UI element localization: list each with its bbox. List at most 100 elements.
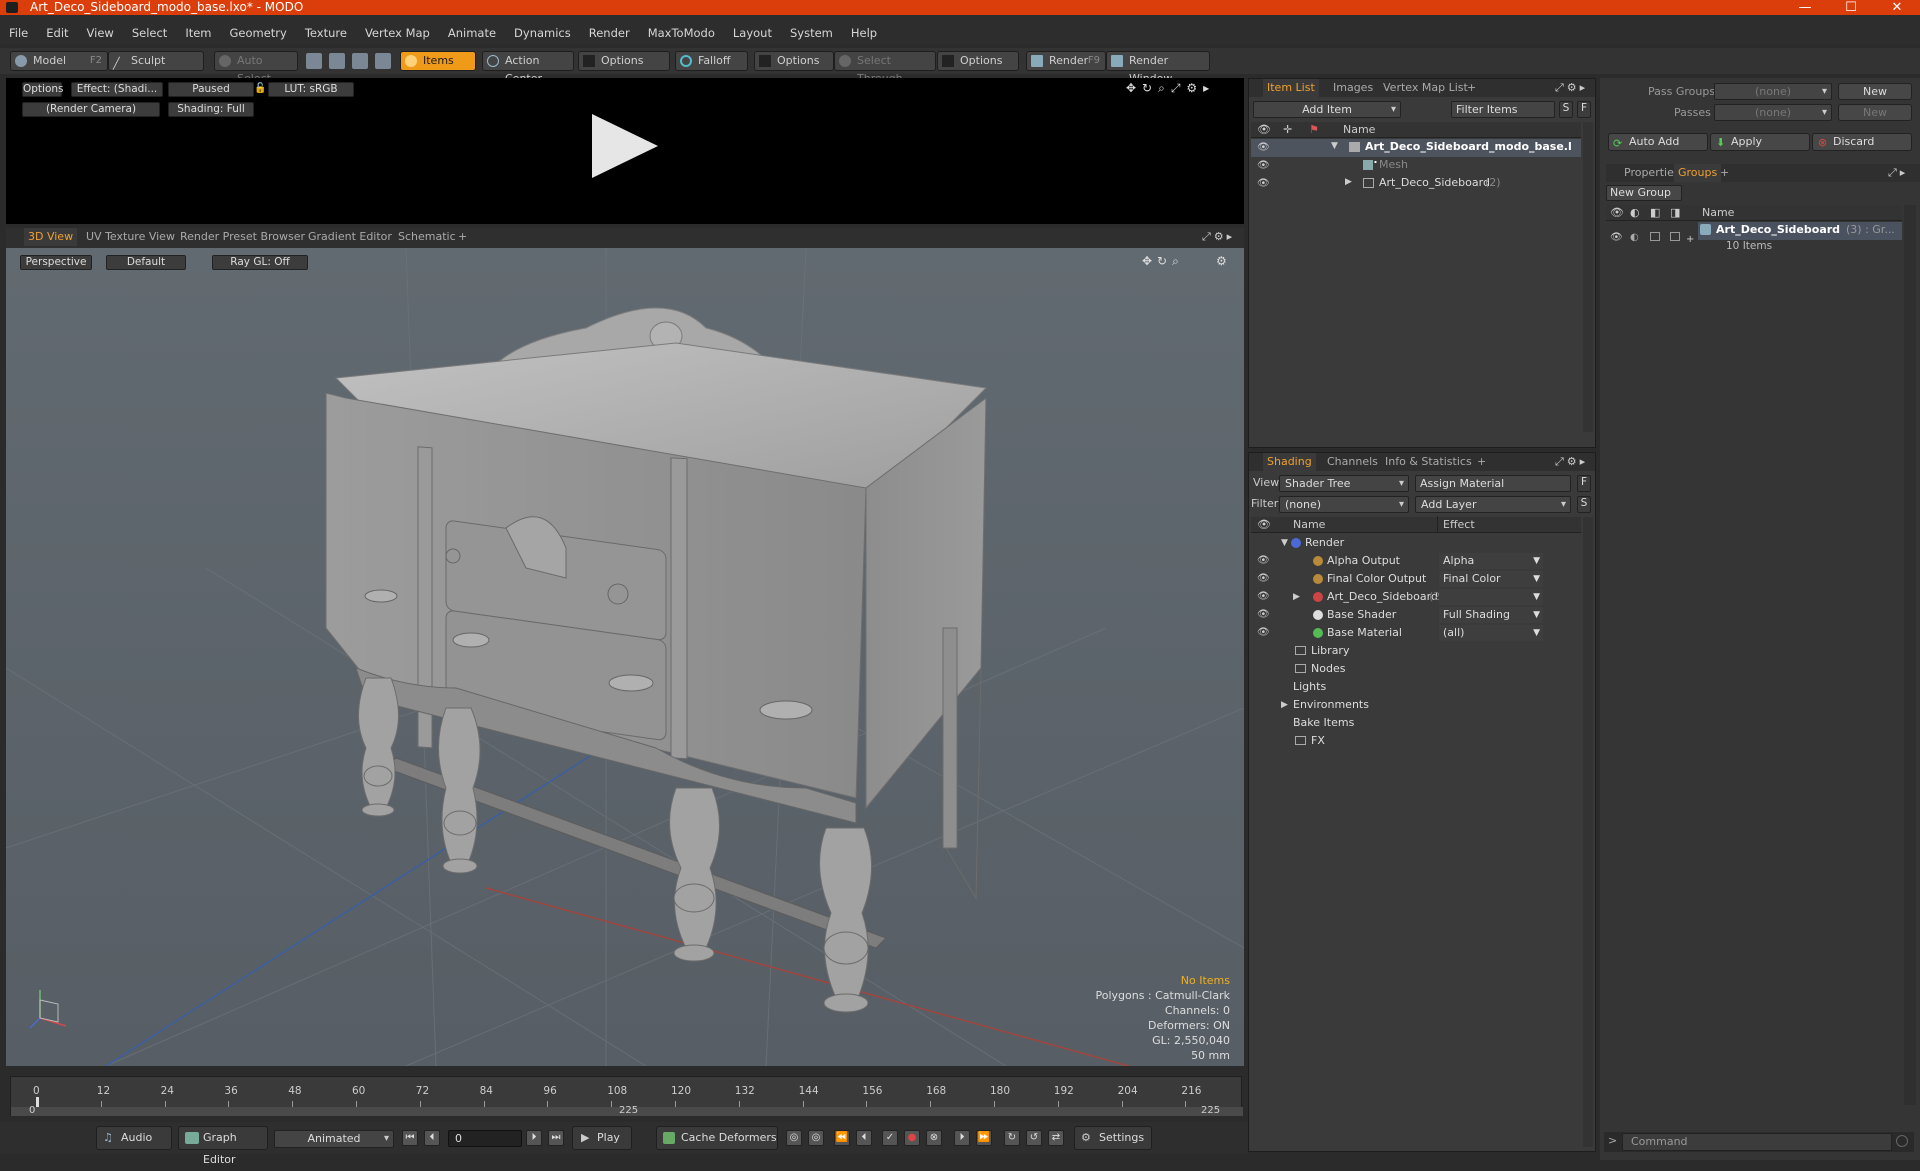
next-frame-icon[interactable]: ⏵ (954, 1130, 970, 1146)
add-item-dropdown[interactable]: Add Item (1253, 101, 1401, 118)
assign-material-button[interactable]: Assign Material (1415, 475, 1571, 492)
tab-uv-texture-view[interactable]: UV Texture View (82, 228, 179, 246)
edges-mode-icon[interactable] (329, 53, 345, 69)
new-pass-button[interactable]: New (1838, 104, 1912, 121)
new-group-button[interactable]: New Group (1606, 185, 1682, 201)
item-row-scene[interactable]: 👁 ▼ Art_Deco_Sideboard_modo_base.l ... (1251, 139, 1581, 166)
panel-controls[interactable]: ⤢▸ (1888, 166, 1908, 180)
eye-icon[interactable]: 👁 (1610, 232, 1623, 243)
eye-icon[interactable]: 👁 (1257, 570, 1270, 588)
tab-3d-view[interactable]: 3D View (24, 228, 78, 246)
menu-texture[interactable]: Texture (296, 22, 356, 44)
tab-groups[interactable]: Groups (1674, 164, 1722, 182)
materials-mode-icon[interactable] (375, 53, 391, 69)
shader-row[interactable]: FX (1251, 732, 1581, 750)
minimize-button[interactable]: — (1782, 0, 1828, 15)
preview-view-controls[interactable]: ✥↻⌕⤢⚙▸ (1126, 81, 1215, 96)
filter-s-button[interactable]: S (1559, 101, 1573, 118)
render-toggle-icon[interactable]: ◐ (1630, 232, 1639, 243)
polygons-mode-icon[interactable] (352, 53, 368, 69)
menu-select[interactable]: Select (123, 22, 176, 44)
eye-icon[interactable]: 👁 (1257, 160, 1270, 171)
add-tab-button[interactable]: + (1463, 79, 1480, 97)
groups-scrollbar[interactable] (1904, 205, 1916, 1105)
tab-gradient-editor[interactable]: Gradient Editor (304, 228, 396, 246)
timeline[interactable]: 0 12 24 36 48 60 72 84 96 108 120 132 144 156 168 180 19… (10, 1076, 1243, 1116)
delete-key-icon[interactable]: ⊗ (926, 1130, 942, 1146)
menu-file[interactable]: File (0, 22, 37, 44)
action-center-options-button[interactable]: Options (578, 51, 670, 71)
discard-button[interactable]: ⊗ Discard (1812, 133, 1912, 151)
expand-arrow-icon[interactable]: ▶ (1345, 177, 1352, 187)
vertices-mode-icon[interactable] (306, 53, 322, 69)
shader-row[interactable]: Bake Items (1251, 714, 1581, 732)
menu-maxtomodo[interactable]: MaxToModo (639, 22, 724, 44)
falloff-options-button[interactable]: Options (754, 51, 834, 71)
menu-system[interactable]: System (781, 22, 842, 44)
add-tab-button[interactable]: + (1716, 164, 1733, 182)
add-tab-button[interactable]: + (454, 228, 471, 246)
group-row[interactable]: 👁 ◐ + Art_Deco_Sideboard (3) : Gr... 10 … (1606, 222, 1902, 256)
settings-button[interactable]: ⚙ Settings (1074, 1126, 1152, 1150)
shader-row[interactable]: 👁 Alpha Output Alpha ▼ (1251, 552, 1581, 570)
current-frame-field[interactable]: 0 (448, 1130, 522, 1147)
viewport-nav-controls[interactable]: ✥↻⌕ (1142, 254, 1184, 269)
tab-shading[interactable]: Shading (1263, 453, 1316, 471)
preview-options-button[interactable]: Options (22, 82, 64, 97)
tab-channels[interactable]: Channels (1323, 453, 1382, 471)
next-keyframe-icon[interactable]: ⏩ (976, 1130, 992, 1146)
shader-tree-scrollbar[interactable] (1583, 517, 1593, 1147)
tab-render-preset-browser[interactable]: Render Preset Browser (176, 228, 309, 246)
maximize-button[interactable]: ☐ (1828, 0, 1874, 15)
preview-paused-button[interactable]: Paused (168, 82, 254, 97)
animated-dropdown[interactable]: Animated (274, 1130, 394, 1148)
eye-icon[interactable]: 👁 (1257, 552, 1270, 570)
panel-controls[interactable]: ⤢⚙▸ (1555, 455, 1588, 469)
filter-dropdown[interactable]: (none) (1279, 496, 1409, 513)
tab-item-list[interactable]: Item List (1263, 79, 1319, 97)
menu-geometry[interactable]: Geometry (221, 22, 296, 44)
shading-s-button[interactable]: S (1577, 496, 1591, 513)
panel-controls[interactable]: ⤢⚙▸ (1555, 81, 1588, 95)
effect-dropdown[interactable]: (all) ▼ (1439, 625, 1543, 641)
effect-dropdown[interactable]: Alpha ▼ (1439, 553, 1543, 569)
lock-icon[interactable]: 🔓 (254, 83, 266, 94)
eye-icon[interactable]: 👁 (1257, 142, 1270, 153)
select-toggle-icon[interactable] (1670, 232, 1680, 241)
filter-items-field[interactable]: Filter Items (1451, 101, 1555, 118)
go-to-start-icon[interactable]: ⏮ (402, 1130, 418, 1146)
menu-vertex-map[interactable]: Vertex Map (356, 22, 439, 44)
shader-row[interactable]: Library (1251, 642, 1581, 660)
graph-editor-button[interactable]: Graph Editor (178, 1126, 268, 1166)
command-input[interactable]: Command (1622, 1133, 1892, 1151)
loop-icon[interactable]: ↺ (1026, 1130, 1042, 1146)
shader-row[interactable]: 👁 Final Color Output Final Color ▼ (1251, 570, 1581, 588)
play-icon[interactable] (592, 114, 658, 178)
key-tool-icon[interactable]: ◎ (786, 1130, 802, 1146)
auto-select-button[interactable]: Auto Select (214, 51, 298, 85)
viewport-settings-icon[interactable]: ⚙ (1216, 254, 1227, 268)
menu-dynamics[interactable]: Dynamics (505, 22, 580, 44)
tab-vertex-map-list[interactable]: Vertex Map List (1379, 79, 1472, 97)
view-style-dropdown[interactable]: Default (106, 255, 186, 270)
passes-dropdown[interactable]: (none) (1714, 104, 1832, 121)
menu-help[interactable]: Help (842, 22, 886, 44)
set-key-icon[interactable]: ✓ (882, 1130, 898, 1146)
audio-button[interactable]: ♫ Audio (96, 1126, 172, 1150)
prev-frame-icon[interactable]: ⏴ (856, 1130, 872, 1146)
item-row-mesh[interactable]: 👁 Mesh (1251, 157, 1581, 175)
add-layer-dropdown[interactable]: Add Layer (1415, 496, 1571, 513)
viewport-panel-controls[interactable]: ⤢⚙▸ (1202, 230, 1235, 244)
shader-tree-dropdown[interactable]: Shader Tree (1279, 475, 1409, 492)
sculpt-mode-button[interactable]: ╱ Sculpt (108, 51, 204, 71)
command-history-icon[interactable] (1896, 1135, 1908, 1147)
select-through-options-button[interactable]: Options (937, 51, 1019, 71)
tab-schematic[interactable]: Schematic (394, 228, 460, 246)
auto-add-button[interactable]: ⟳ Auto Add (1608, 133, 1708, 151)
menu-animate[interactable]: Animate (439, 22, 505, 44)
go-to-end-icon[interactable]: ⏭ (548, 1130, 564, 1146)
item-row-group[interactable]: 👁 ▶ Art_Deco_Sideboard (2) (1251, 175, 1581, 193)
eye-icon[interactable]: 👁 (1257, 588, 1270, 606)
falloff-button[interactable]: Falloff (675, 51, 748, 71)
lut-dropdown[interactable]: LUT: sRGB (268, 82, 354, 97)
